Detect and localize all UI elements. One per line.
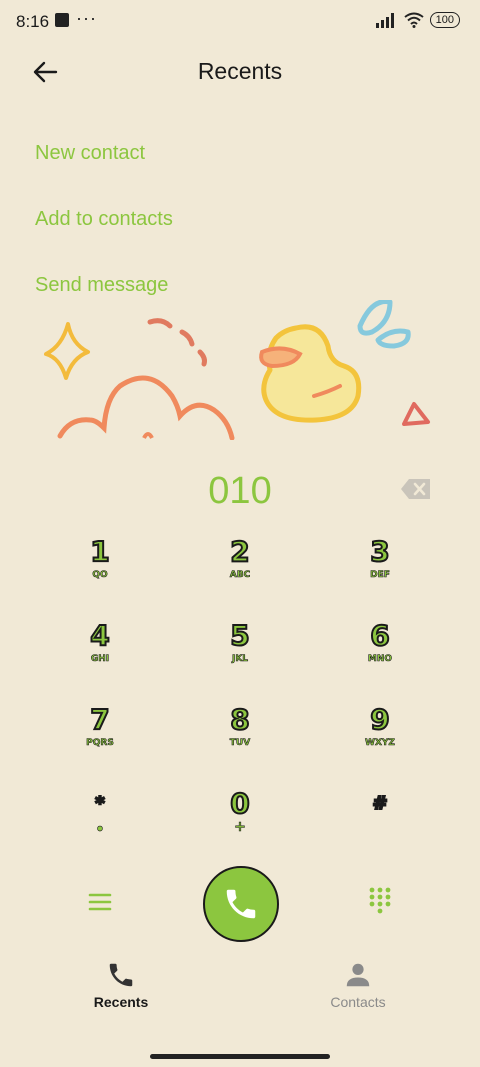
battery-indicator: 100 <box>429 12 460 28</box>
backspace-icon[interactable] <box>400 478 432 500</box>
status-bar: 8:16 ··· 100 <box>0 0 480 42</box>
triangle-doodle <box>402 402 430 426</box>
key-0[interactable]: 0 + <box>170 786 310 857</box>
key-3[interactable]: 3 DEF <box>310 534 450 605</box>
duck-doodle <box>261 324 362 423</box>
tab-recents-label: Recents <box>93 994 149 1010</box>
cloud-doodle <box>57 375 235 440</box>
send-message-button[interactable]: Send message <box>35 274 168 297</box>
key-4[interactable]: 4 GHI <box>30 618 170 689</box>
key-8[interactable]: 8 TUV <box>170 702 310 773</box>
key-star[interactable]: * • <box>30 787 170 857</box>
status-time: 8:16 <box>16 12 50 31</box>
tab-recents[interactable]: Recents <box>51 960 191 1010</box>
call-button[interactable] <box>203 866 279 942</box>
tab-contacts-label: Contacts <box>330 994 386 1010</box>
dialpad-icon[interactable] <box>368 886 392 914</box>
more-notifications-icon: ··· <box>76 8 97 28</box>
key-9[interactable]: 9 WXYZ <box>310 702 450 773</box>
key-2[interactable]: 2 ABC <box>170 534 310 605</box>
doodle-illustration <box>44 300 430 440</box>
notification-icon <box>55 13 69 27</box>
menu-icon[interactable] <box>88 890 112 914</box>
wifi-icon <box>404 12 424 28</box>
key-1[interactable]: 1 QO <box>30 534 170 605</box>
phone-icon <box>226 889 256 919</box>
add-to-contacts-button[interactable]: Add to contacts <box>35 208 173 231</box>
signal-icon <box>375 13 394 28</box>
home-indicator[interactable] <box>150 1054 330 1059</box>
bottom-tab-bar: Recents Contacts <box>0 960 480 1020</box>
person-icon <box>346 963 370 987</box>
drop-doodle <box>357 300 393 336</box>
voicemail-icon: QO <box>92 570 108 581</box>
key-6[interactable]: 6 MNO <box>310 618 450 689</box>
key-5[interactable]: 5 JKL <box>170 618 310 689</box>
page-title: Recents <box>197 58 283 84</box>
header: Recents <box>0 50 480 94</box>
key-hash[interactable]: # <box>310 787 450 857</box>
phone-icon <box>109 963 133 987</box>
new-contact-button[interactable]: New contact <box>35 142 145 165</box>
tab-contacts[interactable]: Contacts <box>288 960 428 1010</box>
call-controls <box>0 866 480 942</box>
key-7[interactable]: 7 PQRS <box>30 702 170 773</box>
sparkle-icon <box>44 322 90 380</box>
